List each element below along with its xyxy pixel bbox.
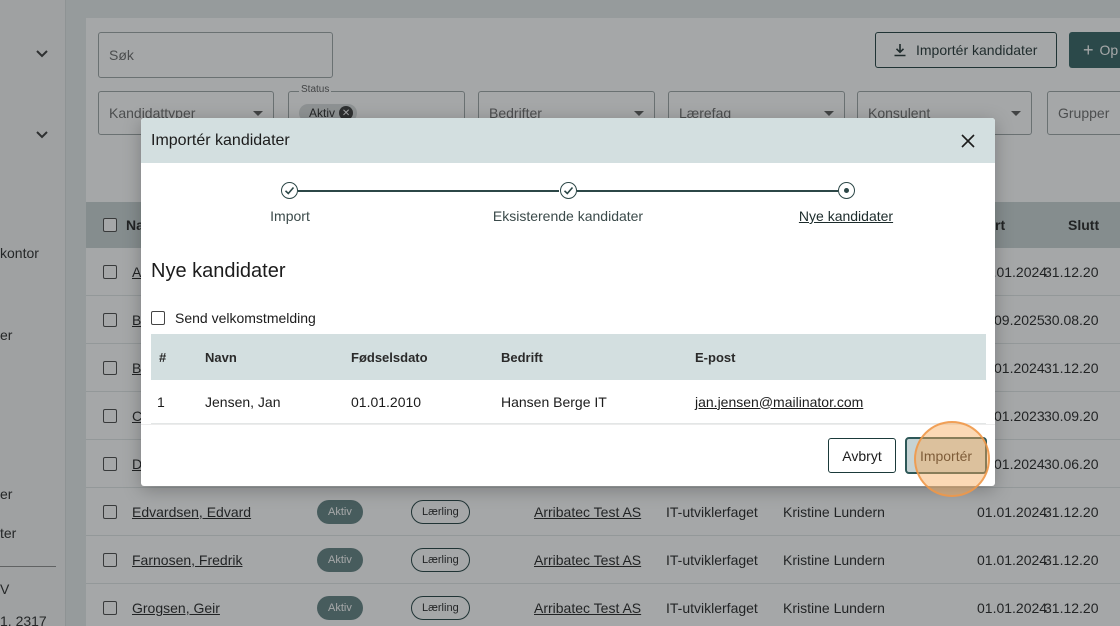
column-header-dob: Fødselsdato <box>351 349 428 365</box>
active-dot-icon <box>844 188 849 193</box>
close-icon <box>961 134 975 148</box>
footer-divider <box>141 424 995 425</box>
step-label-existing[interactable]: Eksisterende kandidater <box>493 208 643 224</box>
import-button[interactable]: Importér <box>905 437 987 474</box>
step-label-new[interactable]: Nye kandidater <box>799 208 893 224</box>
send-welcome-label: Send velkomstmelding <box>175 310 316 326</box>
column-header-email: E-post <box>695 349 736 365</box>
section-heading: Nye kandidater <box>151 260 286 282</box>
close-button[interactable] <box>957 130 979 152</box>
cancel-button[interactable]: Avbryt <box>828 438 896 473</box>
column-header-company: Bedrift <box>501 349 543 365</box>
dialog-title: Importér kandidater <box>151 131 290 149</box>
table-row: 1 Jensen, Jan 01.01.2010 Hansen Berge IT… <box>151 380 986 424</box>
candidate-name: Jensen, Jan <box>205 393 281 410</box>
candidate-dob: 01.01.2010 <box>351 393 422 410</box>
column-header-number: # <box>159 349 167 365</box>
row-number: 1 <box>157 393 165 410</box>
check-icon <box>284 186 295 195</box>
check-icon <box>563 186 574 195</box>
checkbox-box[interactable] <box>151 311 165 325</box>
column-header-navn: Navn <box>205 349 237 365</box>
import-candidates-dialog: Importér kandidater Import Eksisterende … <box>141 118 995 486</box>
send-welcome-checkbox[interactable]: Send velkomstmelding <box>151 310 316 326</box>
candidate-company: Hansen Berge IT <box>501 393 607 410</box>
step-label-import[interactable]: Import <box>270 208 310 224</box>
candidate-email-link[interactable]: jan.jensen@mailinator.com <box>695 380 863 423</box>
step-1-indicator <box>281 182 298 199</box>
step-2-indicator <box>560 182 577 199</box>
dialog-header: Importér kandidater <box>141 118 995 163</box>
new-candidates-table-header: # Navn Fødselsdato Bedrift E-post <box>151 334 986 380</box>
step-3-indicator <box>838 182 855 199</box>
stepper-connector <box>298 190 559 192</box>
stepper-connector <box>577 190 838 192</box>
